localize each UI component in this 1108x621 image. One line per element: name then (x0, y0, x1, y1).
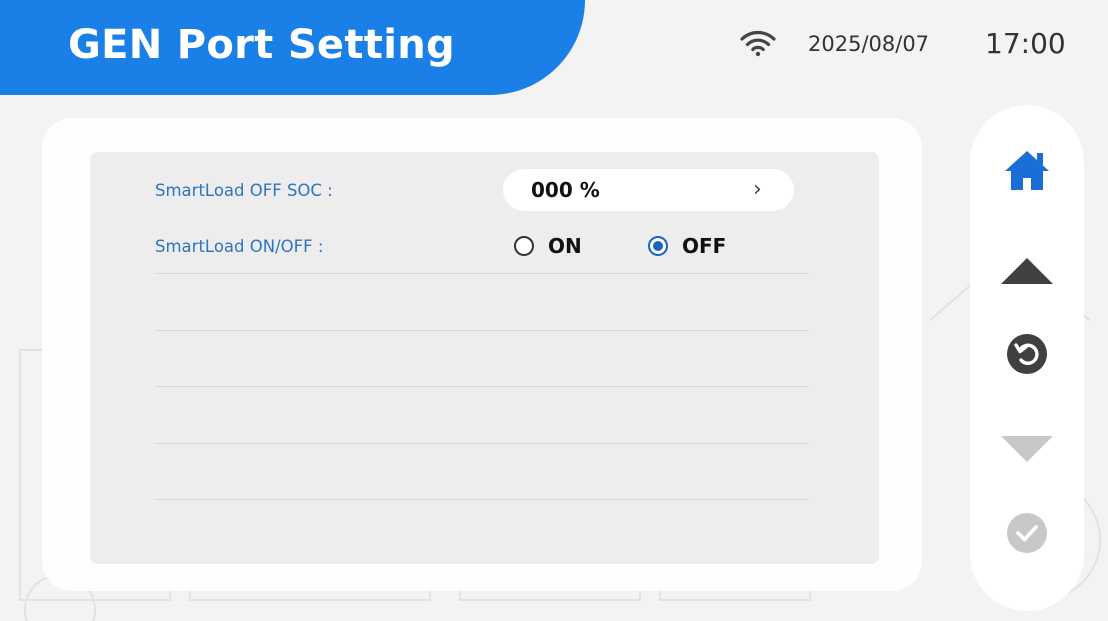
radio-on-label: ON (548, 234, 582, 258)
home-icon (1005, 151, 1049, 190)
row-divider (155, 386, 809, 387)
triangle-down-icon (1001, 436, 1053, 462)
smartload-off-soc-field[interactable]: 000 % › (503, 169, 794, 211)
back-icon (1007, 334, 1047, 374)
row-divider (155, 273, 809, 274)
smartload-onoff-label: SmartLoad ON/OFF : (155, 237, 324, 256)
radio-off-option[interactable]: OFF (648, 231, 726, 261)
home-button[interactable] (970, 145, 1084, 195)
smartload-off-soc-label: SmartLoad OFF SOC : (155, 181, 333, 200)
row-divider (155, 443, 809, 444)
radio-off-label: OFF (682, 234, 727, 258)
confirm-button[interactable] (970, 510, 1084, 556)
scroll-up-button[interactable] (970, 247, 1084, 293)
page-title: GEN Port Setting (68, 22, 455, 68)
wifi-icon (740, 31, 776, 57)
radio-on-button[interactable] (514, 236, 534, 256)
settings-panel (90, 152, 879, 564)
nav-sidebar (970, 105, 1084, 611)
smartload-off-soc-value: 000 % (531, 178, 600, 202)
row-divider (155, 499, 809, 500)
status-time: 17:00 (985, 27, 1066, 60)
triangle-up-icon (1001, 258, 1053, 284)
radio-off-button[interactable] (648, 236, 668, 256)
row-divider (155, 330, 809, 331)
scroll-down-button[interactable] (970, 427, 1084, 473)
back-button[interactable] (970, 331, 1084, 377)
chevron-right-icon: › (753, 177, 762, 202)
check-circle-icon (1007, 513, 1047, 553)
status-date: 2025/08/07 (808, 32, 930, 56)
title-banner: GEN Port Setting (0, 0, 585, 95)
radio-on-option[interactable]: ON (514, 231, 582, 261)
